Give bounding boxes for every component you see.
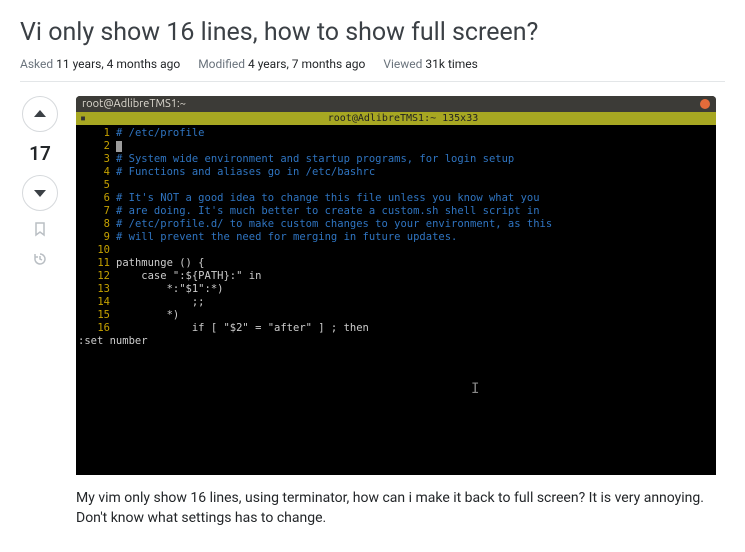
terminal-statusbar: ▪ root@AdlibreTMS1:~ 135x33 bbox=[76, 112, 716, 125]
history-icon bbox=[32, 251, 48, 267]
question-title: Vi only show 16 lines, how to show full … bbox=[20, 18, 725, 47]
code-line: 13 *:"$1":*) bbox=[76, 283, 716, 296]
post: 17 root@AdlibreTMS1:~ ▪ root@AdlibreTMS1… bbox=[20, 96, 725, 528]
asked-value: 11 years, 4 months ago bbox=[56, 57, 180, 71]
code-line: 4# Functions and aliases go in /etc/bash… bbox=[76, 166, 716, 179]
text-cursor-icon: I bbox=[471, 383, 479, 396]
vote-score: 17 bbox=[29, 142, 51, 165]
modified-label: Modified bbox=[198, 57, 245, 71]
upvote-button[interactable] bbox=[22, 96, 58, 132]
history-button[interactable] bbox=[32, 251, 48, 271]
code-line: 8# /etc/profile.d/ to make custom change… bbox=[76, 218, 716, 231]
viewed-value: 31k times bbox=[425, 57, 477, 71]
question-body: My vim only show 16 lines, using termina… bbox=[76, 489, 716, 528]
vim-ex-command: :set number bbox=[76, 335, 716, 348]
chevron-down-icon bbox=[32, 185, 48, 201]
viewed-label: Viewed bbox=[383, 57, 422, 71]
code-line: 10 bbox=[76, 244, 716, 257]
code-line: 16 if [ "$2" = "after" ] ; then bbox=[76, 322, 716, 335]
question-meta: Asked 11 years, 4 months ago Modified 4 … bbox=[20, 57, 725, 71]
code-line: 7# are doing. It's much better to create… bbox=[76, 205, 716, 218]
bookmark-button[interactable] bbox=[32, 221, 48, 241]
code-line: 15 *) bbox=[76, 309, 716, 322]
terminal-titlebar: root@AdlibreTMS1:~ bbox=[76, 96, 716, 112]
cursor-block bbox=[116, 141, 122, 152]
chevron-up-icon bbox=[32, 106, 48, 122]
terminal-screenshot: root@AdlibreTMS1:~ ▪ root@AdlibreTMS1:~ … bbox=[76, 96, 716, 475]
code-line: 9# will prevent the need for merging in … bbox=[76, 231, 716, 244]
close-icon bbox=[700, 99, 710, 109]
code-line: 6# It's NOT a good idea to change this f… bbox=[76, 192, 716, 205]
bookmark-icon bbox=[32, 221, 48, 237]
code-line: 14 ;; bbox=[76, 296, 716, 309]
code-line: 11pathmunge () { bbox=[76, 257, 716, 270]
code-line: 2 bbox=[76, 140, 716, 153]
code-line: 5 bbox=[76, 179, 716, 192]
code-line: 3# System wide environment and startup p… bbox=[76, 153, 716, 166]
modified-value: 4 years, 7 months ago bbox=[248, 57, 365, 71]
divider bbox=[20, 81, 725, 82]
terminal-icon: ▪ bbox=[76, 113, 90, 124]
code-line: 12 case ":${PATH}:" in bbox=[76, 270, 716, 283]
vote-column: 17 bbox=[20, 96, 60, 528]
downvote-button[interactable] bbox=[22, 175, 58, 211]
code-line: 1# /etc/profile bbox=[76, 127, 716, 140]
terminal-status-text: root@AdlibreTMS1:~ 135x33 bbox=[90, 113, 716, 124]
terminal-window-title: root@AdlibreTMS1:~ bbox=[82, 98, 186, 110]
terminal-body: 1# /etc/profile23# System wide environme… bbox=[76, 125, 716, 475]
asked-label: Asked bbox=[20, 57, 53, 71]
post-content: root@AdlibreTMS1:~ ▪ root@AdlibreTMS1:~ … bbox=[76, 96, 725, 528]
